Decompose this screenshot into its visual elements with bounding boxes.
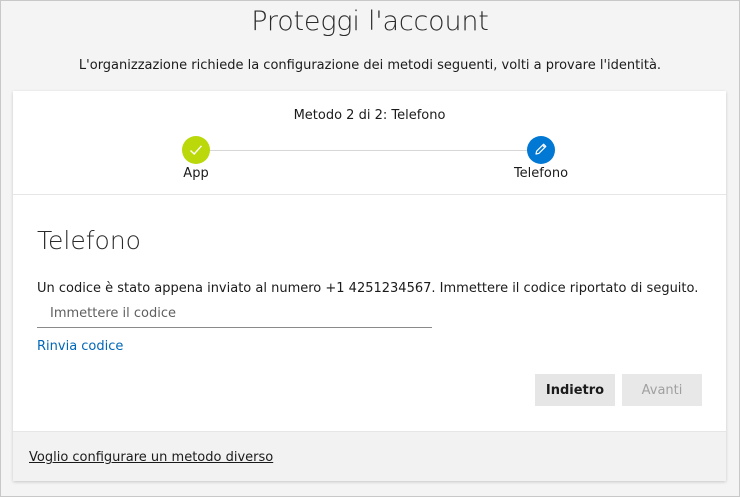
- back-button[interactable]: Indietro: [535, 374, 615, 406]
- card-footer: Voglio configurare un metodo diverso: [13, 431, 726, 481]
- step-app-indicator: [182, 136, 210, 164]
- step-caption: Metodo 2 di 2: Telefono: [293, 108, 446, 123]
- resend-code-link[interactable]: Rinvia codice: [37, 339, 123, 354]
- section-title: Telefono: [37, 226, 141, 255]
- page-title: Proteggi l'account: [251, 6, 489, 37]
- step-phone-indicator: [527, 136, 555, 164]
- check-icon: [189, 141, 203, 160]
- step-app-label: App: [183, 166, 209, 181]
- step-phone-label: Telefono: [513, 166, 569, 181]
- code-sent-message: Un codice è stato appena inviato al nume…: [37, 281, 699, 296]
- alternate-method-link[interactable]: Voglio configurare un metodo diverso: [29, 450, 273, 465]
- progress-header: Metodo 2 di 2: Telefono App Telefono: [13, 91, 726, 195]
- progress-connector: [210, 150, 541, 151]
- pencil-icon: [534, 141, 548, 160]
- setup-card: Metodo 2 di 2: Telefono App Telefono Tel…: [13, 91, 726, 481]
- next-button[interactable]: Avanti: [622, 374, 702, 406]
- verification-code-input[interactable]: [37, 300, 432, 328]
- page-subtitle: L'organizzazione richiede la configurazi…: [78, 58, 662, 73]
